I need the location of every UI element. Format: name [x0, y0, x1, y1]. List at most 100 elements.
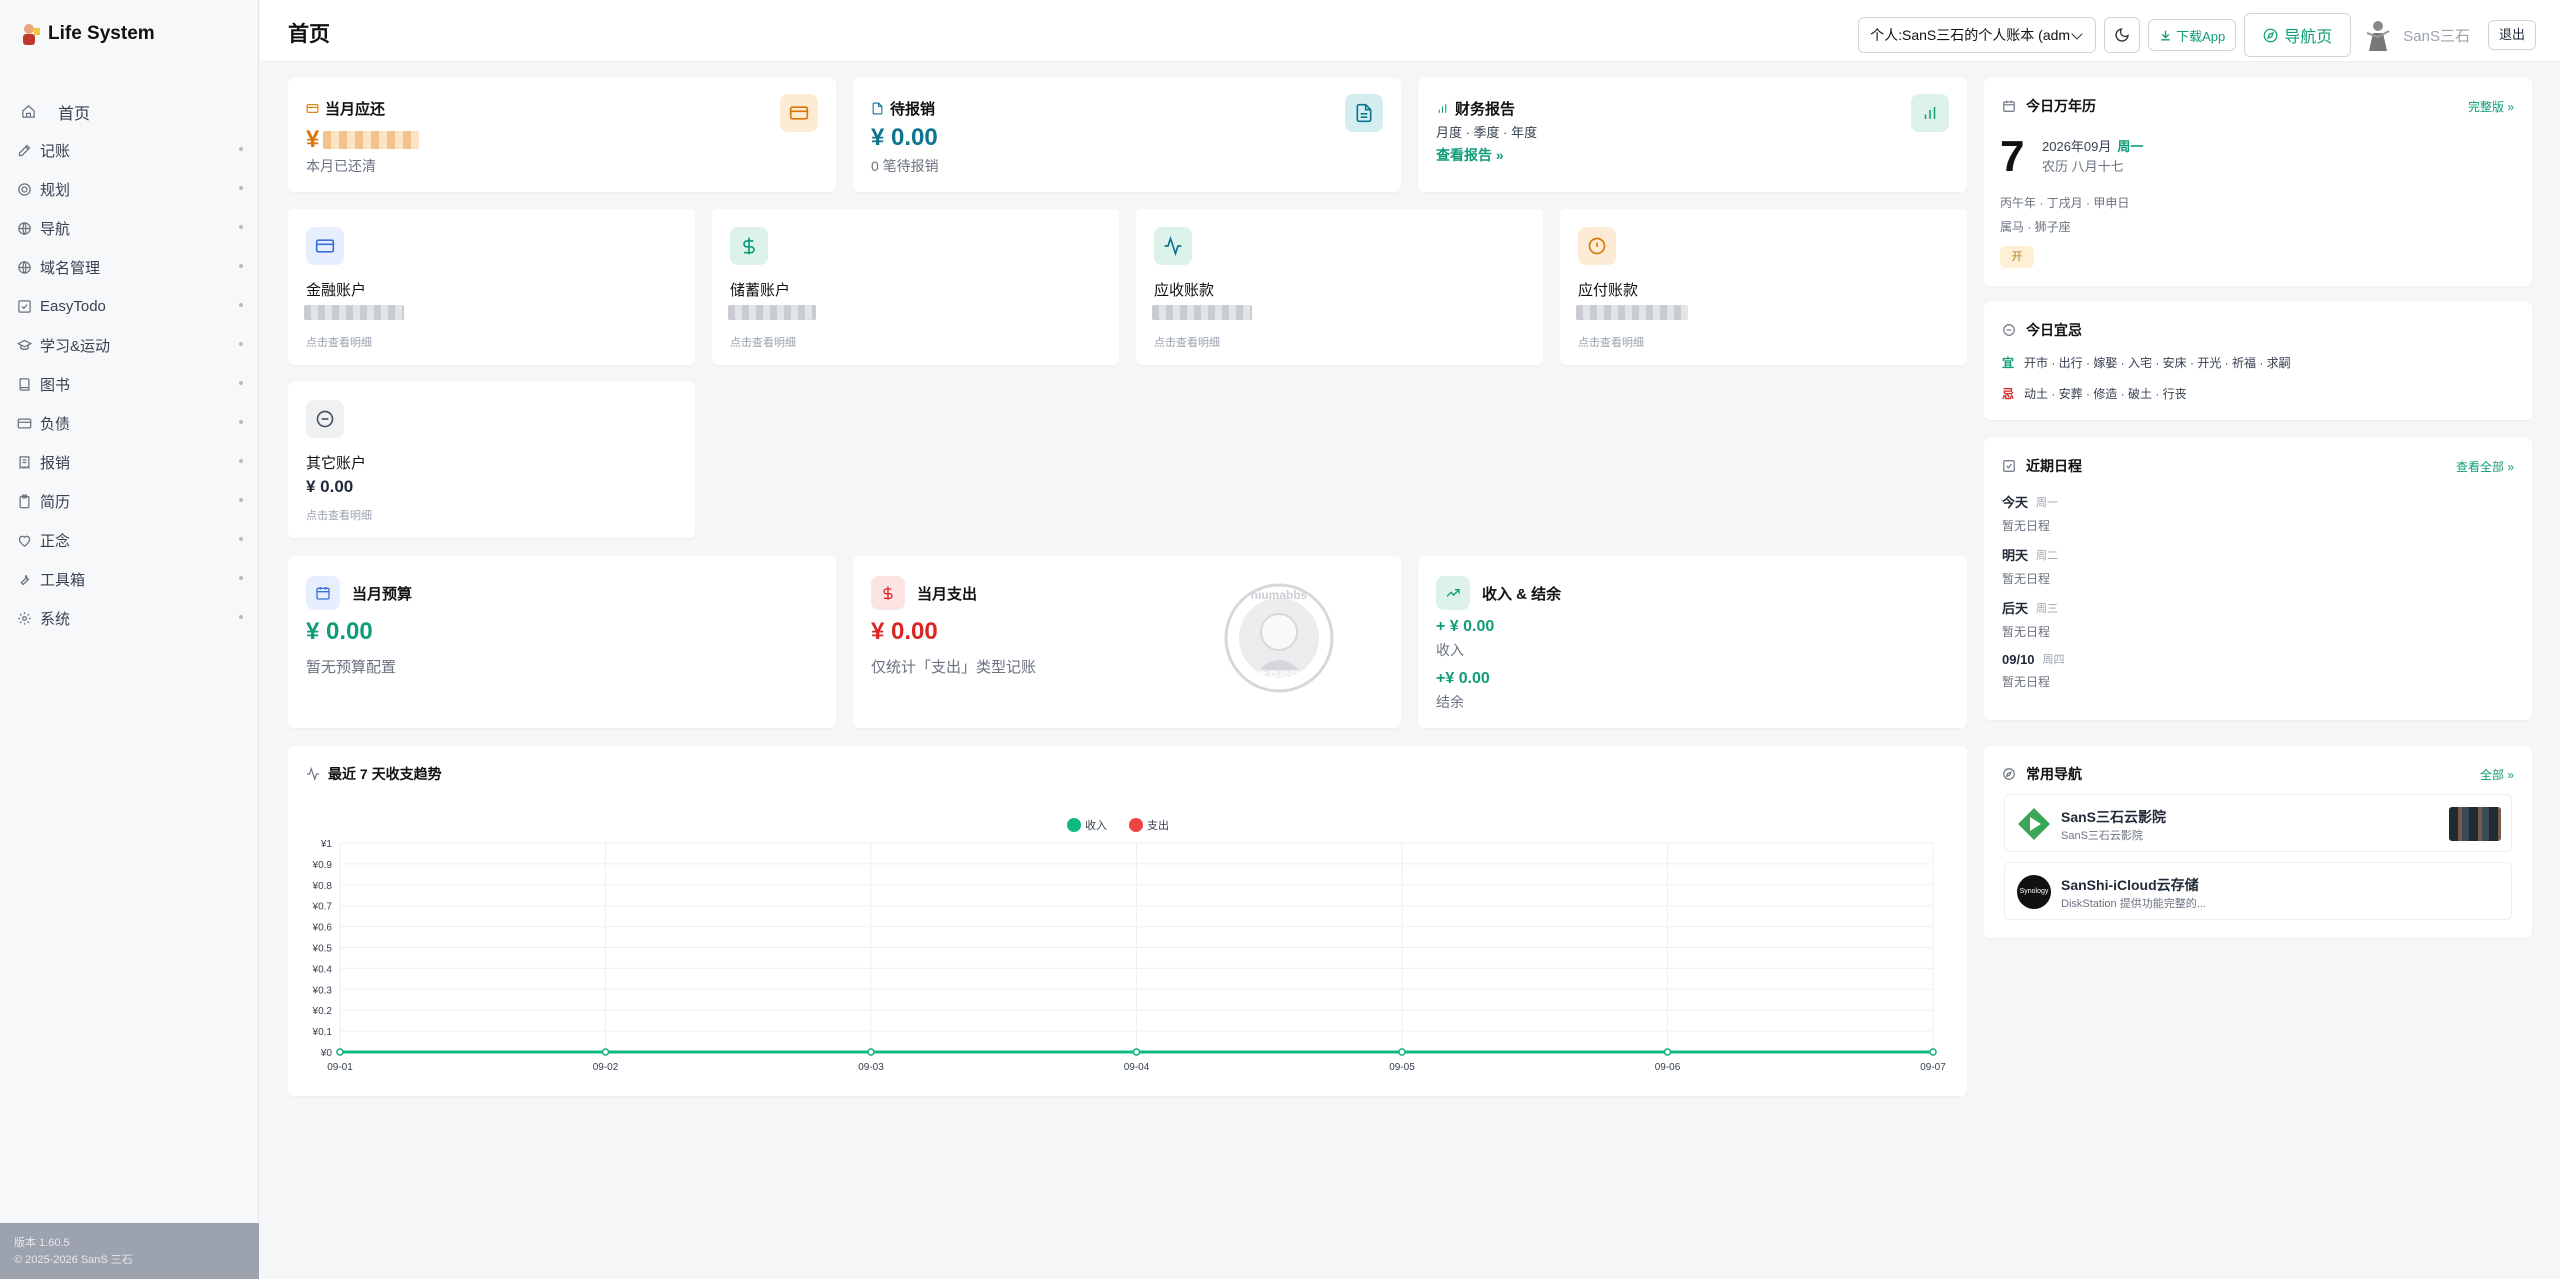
pending-reimb-sub: 0 笔待报销 [871, 158, 939, 174]
expense-sub: 仅统计「支出」类型记账 [871, 659, 1037, 676]
account-card[interactable]: 金融账户 点击查看明细 [288, 209, 695, 365]
credit-card-icon [789, 106, 809, 120]
play-icon [2017, 807, 2051, 841]
download-app-label: 下载App [2176, 28, 2226, 44]
pending-reimbursement-card[interactable]: 待报销 ¥ 0.00 0 笔待报销 [853, 78, 1401, 192]
nav-page-button[interactable]: 导航页 [2244, 13, 2352, 57]
sidebar-item-0[interactable]: 首页 [0, 92, 259, 131]
chevron-icon [239, 498, 243, 502]
sidebar-item-9[interactable]: 报销 [0, 443, 259, 482]
activity-icon [1154, 227, 1192, 265]
monthly-due-amount-masked [323, 131, 420, 149]
data-point[interactable] [1663, 1048, 1672, 1056]
legend-marker[interactable] [1067, 818, 1081, 832]
account-card[interactable]: 储蓄账户 点击查看明细 [712, 209, 1119, 365]
monthly-due-card[interactable]: 当月应还 ¥ 本月已还清 [288, 78, 836, 192]
sidebar-item-8[interactable]: 负债 [0, 404, 259, 443]
x-tick-label: 09-01 [327, 1062, 353, 1073]
calendar-full-link[interactable]: 完整版 » [2468, 98, 2514, 115]
data-point[interactable] [601, 1048, 610, 1056]
heart-icon [16, 533, 32, 549]
balance-amount: +¥ 0.00 [1436, 670, 1490, 687]
sidebar-item-label: 报销 [40, 455, 71, 472]
app-logo[interactable]: Life System [20, 22, 155, 46]
nav-page-label: 导航页 [2284, 29, 2333, 46]
calendar-weekday: 周一 [2117, 139, 2144, 154]
view-report-link[interactable]: 查看报告 » [1436, 145, 1504, 165]
ji-text: 动土 · 安葬 · 修造 · 破土 · 行丧 [2024, 387, 2187, 401]
username[interactable]: SanS三石 [2403, 25, 2470, 46]
chevron-icon [239, 615, 243, 619]
calendar-lunar: 农历 八月十七 [2042, 159, 2124, 174]
budget-card[interactable]: 当月预算 ¥ 0.00 暂无预算配置 [288, 556, 836, 728]
legend-label[interactable]: 支出 [1147, 818, 1169, 832]
sidebar-item-13[interactable]: 系统 [0, 599, 259, 638]
nav-item[interactable]: SanS三石云影院 SanS三石云影院 [2004, 794, 2512, 852]
gear-icon [16, 611, 32, 627]
nav-item-desc: SanS三石云影院 [2061, 830, 2143, 842]
account-amount-masked [728, 305, 816, 320]
nav-item[interactable]: Synology SanShi-iCloud云存储 DiskStation 提供… [2004, 862, 2512, 920]
sidebar-item-2[interactable]: 规划 [0, 170, 259, 209]
x-tick-label: 09-02 [593, 1062, 619, 1073]
finance-report-title: 财务报告 [1455, 101, 1516, 118]
schedule-day: 明天 [2002, 548, 2029, 563]
avatar[interactable] [2365, 19, 2391, 51]
income-balance-card[interactable]: 收入 & 结余 + ¥ 0.00 收入 +¥ 0.00 结余 [1418, 556, 1967, 728]
schedule-item[interactable]: 09/10 周四 暂无日程 [2002, 651, 2502, 695]
calendar-date: 2026年09月 [2042, 139, 2112, 154]
sidebar-item-label: 负债 [40, 416, 71, 433]
data-point[interactable] [867, 1048, 875, 1056]
sidebar-item-6[interactable]: 学习&运动 [0, 326, 259, 365]
expense-card[interactable]: 当月支出 ¥ 0.00 仅统计「支出」类型记账 niumabbs 牛马论坛 [853, 556, 1401, 728]
y-tick-label: ¥0.4 [312, 964, 333, 975]
account-hint: 点击查看明细 [730, 337, 796, 349]
chevron-icon [239, 225, 243, 229]
sidebar: Life System 首页记账 规划 导航 域名管理 EasyTodo 学习&运动图书负… [0, 0, 259, 1279]
document-icon [1356, 103, 1372, 123]
sidebar-item-label: 首页 [58, 105, 91, 123]
common-nav-all-link[interactable]: 全部 » [2480, 766, 2514, 783]
sidebar-item-label: EasyTodo [40, 298, 106, 315]
thumbnail-image [2449, 807, 2501, 841]
sidebar-item-12[interactable]: 工具箱 [0, 560, 259, 599]
ledger-select[interactable]: 个人:SanS三石的个人账本 (adm [1858, 17, 2097, 53]
account-card[interactable]: 应付账款 点击查看明细 [1560, 209, 1967, 365]
data-point[interactable] [1398, 1048, 1406, 1056]
data-point[interactable] [336, 1048, 344, 1056]
legend-marker[interactable] [1129, 818, 1143, 832]
account-hint: 点击查看明细 [1154, 337, 1220, 349]
sidebar-item-4[interactable]: 域名管理 [0, 248, 259, 287]
schedule-all-link[interactable]: 查看全部 » [2456, 458, 2514, 475]
sidebar-item-7[interactable]: 图书 [0, 365, 259, 404]
sidebar-item-1[interactable]: 记账 [0, 131, 259, 170]
account-card[interactable]: 应收账款 点击查看明细 [1136, 209, 1543, 365]
data-point[interactable] [1929, 1048, 1937, 1056]
y-tick-label: ¥0.8 [312, 881, 333, 892]
common-nav-card: 常用导航 全部 » SanS三石云影院 SanS三石云影院 Synology S… [1984, 746, 2532, 938]
synology-logo-icon: Synology [2017, 875, 2051, 909]
other-account-title: 其它账户 [306, 455, 367, 472]
schedule-item[interactable]: 明天 周二 暂无日程 [2002, 545, 2502, 589]
minus-circle-icon [306, 400, 344, 438]
finance-report-card[interactable]: 财务报告 月度 · 季度 · 年度 查看报告 » [1418, 78, 1967, 192]
x-tick-label: 09-04 [1124, 1062, 1150, 1073]
schedule-day: 后天 [2002, 601, 2029, 616]
clipboard-icon [16, 494, 32, 510]
sidebar-item-10[interactable]: 简历 [0, 482, 259, 521]
yiji-card: 今日宜忌 宜 开市 · 出行 · 嫁娶 · 入宅 · 安床 · 开光 · 祈福 … [1984, 302, 2532, 420]
sidebar-item-5[interactable]: EasyTodo [0, 287, 259, 326]
other-account-card[interactable]: 其它账户 ¥ 0.00 点击查看明细 [288, 382, 695, 538]
download-app-button[interactable]: 下载App [2148, 19, 2237, 51]
sidebar-item-3[interactable]: 导航 [0, 209, 259, 248]
top-bar: 首页 个人:SanS三石的个人账本 (adm 下载App 导航页 SanS三石 … [260, 0, 2560, 62]
schedule-item[interactable]: 今天 周一 暂无日程 [2002, 492, 2502, 536]
data-point[interactable] [1132, 1048, 1141, 1056]
sidebar-item-label: 学习&运动 [40, 338, 111, 355]
chevron-icon [239, 420, 243, 424]
legend-label[interactable]: 收入 [1085, 818, 1107, 832]
theme-toggle-button[interactable] [2104, 17, 2141, 53]
sidebar-item-11[interactable]: 正念 [0, 521, 259, 560]
schedule-item[interactable]: 后天 周三 暂无日程 [2002, 598, 2502, 642]
logout-button[interactable]: 退出 [2487, 20, 2536, 50]
